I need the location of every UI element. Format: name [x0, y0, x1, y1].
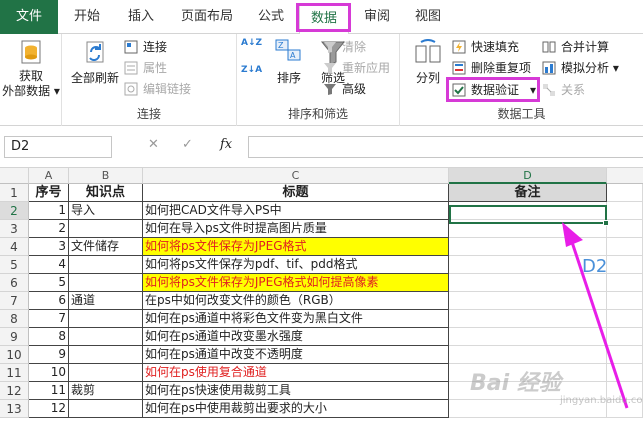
- watermark: Bai 经验: [470, 371, 561, 396]
- watermark-url: jingyan.baidu.com: [560, 395, 643, 406]
- annotation-arrow: [562, 222, 629, 409]
